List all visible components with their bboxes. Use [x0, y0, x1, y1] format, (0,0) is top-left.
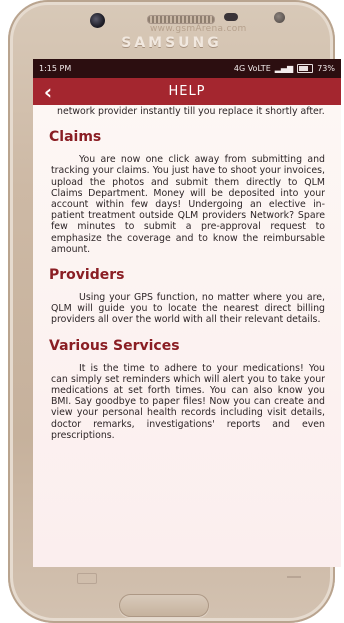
recent-apps-button[interactable]: [77, 573, 97, 584]
watermark: www.gsmArena.com: [150, 24, 247, 34]
hardware-nav-bar: [33, 567, 341, 589]
help-content[interactable]: network provider instantly till you repl…: [33, 105, 341, 567]
status-indicators: 4G VoLTE ▂▄▆ 73%: [234, 64, 335, 73]
front-camera-icon: [90, 13, 105, 28]
section-body-providers: Using your GPS function, no matter where…: [51, 292, 325, 326]
home-button[interactable]: [119, 594, 209, 617]
battery-level: 73%: [317, 64, 335, 73]
battery-icon: [297, 64, 314, 73]
status-bar: 1:15 PM 4G VoLTE ▂▄▆ 73%: [33, 59, 341, 78]
section-body-claims: You are now one click away from submitti…: [51, 154, 325, 255]
section-body-various-services: It is the time to adhere to your medicat…: [51, 362, 325, 441]
section-heading-providers: Providers: [49, 267, 125, 284]
earpiece-speaker: [147, 15, 215, 24]
section-heading-various-services: Various Services: [49, 337, 180, 354]
light-sensor: [274, 12, 285, 23]
network-indicator: 4G VoLTE: [233, 64, 271, 73]
status-time: 1:15 PM: [39, 64, 72, 73]
section-heading-claims: Claims: [49, 129, 102, 146]
screen: 1:15 PM 4G VoLTE ▂▄▆ 73% ‹ HELP network …: [33, 59, 341, 567]
brand-logo: SAMSUNG: [121, 35, 222, 51]
proximity-sensor: [224, 13, 238, 21]
hardware-back-button[interactable]: [285, 573, 303, 582]
back-arrow-icon: ‹: [43, 79, 53, 104]
page-title: HELP: [168, 84, 206, 99]
back-button[interactable]: ‹: [33, 78, 63, 105]
signal-icon: ▂▄▆: [274, 64, 294, 73]
intro-text: network provider instantly till you repl…: [57, 106, 325, 117]
app-bar: ‹ HELP: [33, 78, 341, 105]
